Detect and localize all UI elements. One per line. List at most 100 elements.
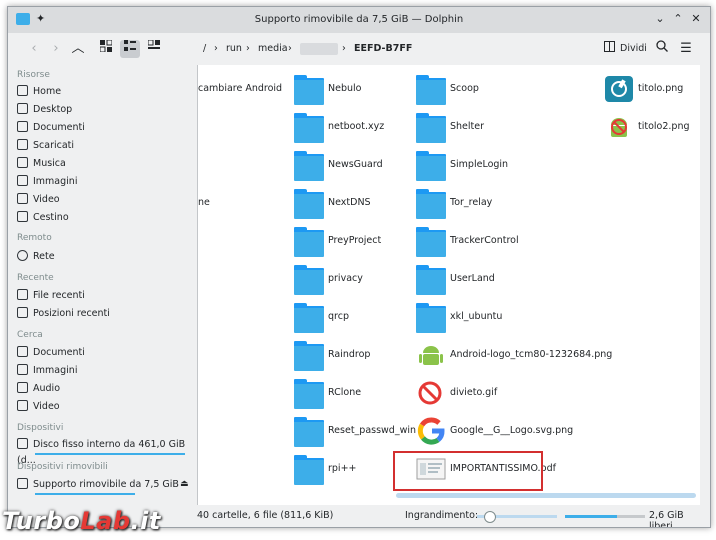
file-view[interactable]: cambiare Android ne Nebulo netboot.xyz NewsG… [197, 65, 700, 505]
file-item[interactable]: NewsGuard [294, 149, 414, 183]
sidebar-item-posizioni-recenti[interactable]: Posizioni recenti [17, 306, 110, 322]
item-label: Reset_passwd_win [328, 425, 417, 436]
removable-usage-bar [35, 493, 135, 495]
sidebar-item-rete[interactable]: Rete [17, 249, 55, 265]
prohibited-icon [416, 379, 446, 407]
sidebar-item-musica[interactable]: Musica [17, 156, 66, 172]
sidebar-item-cestino[interactable]: Cestino [17, 210, 69, 226]
details-view-button[interactable] [144, 39, 164, 58]
forward-button[interactable]: › [46, 40, 66, 58]
sidebar-item-scaricati[interactable]: Scaricati [17, 138, 74, 154]
file-item[interactable]: PreyProject [294, 225, 414, 259]
horizontal-scrollbar[interactable] [396, 493, 696, 498]
sidebar-item-cerca-audio[interactable]: Audio [17, 381, 60, 397]
disk-usage-bar [35, 453, 185, 455]
breadcrumb-separator-icon: › [342, 43, 346, 54]
desktop-icon [17, 103, 28, 114]
item-label: TrackerControl [450, 235, 519, 246]
video-icon [17, 193, 28, 204]
document-icon [17, 121, 28, 132]
item-label: qrcp [328, 311, 349, 322]
breadcrumb-current[interactable]: EEFD-B7FF [354, 41, 412, 57]
hard-disk-icon [17, 438, 28, 449]
file-item[interactable]: xkl_ubuntu [416, 301, 536, 335]
zoom-slider-handle[interactable] [484, 511, 496, 523]
chevron-up-icon[interactable]: ⌃ [670, 12, 686, 25]
sidebar-item-supporto-rimovibile[interactable]: Supporto rimovibile da 7,5 GiB [17, 477, 179, 493]
file-item[interactable]: TrackerControl [416, 225, 536, 259]
icons-view-button[interactable] [96, 39, 116, 58]
folder-icon [416, 227, 446, 257]
item-label: Scoop [450, 83, 479, 94]
file-item[interactable]: NextDNS [294, 187, 414, 221]
file-item[interactable]: titolo.png [604, 73, 700, 107]
file-item[interactable]: Shelter [416, 111, 536, 145]
sidebar-item-cerca-documenti[interactable]: Documenti [17, 345, 85, 361]
file-item[interactable]: Nebulo [294, 73, 414, 107]
back-button[interactable]: ‹ [24, 40, 44, 58]
eject-icon[interactable]: ⏏ [180, 479, 189, 489]
android-robot-icon [416, 341, 446, 369]
breadcrumb-hidden-user[interactable] [300, 43, 338, 55]
google-g-icon [416, 417, 446, 445]
folder-icon [294, 265, 324, 295]
folder-icon [294, 227, 324, 257]
file-item[interactable]: Android-logo_tcm80-1232684.png [416, 339, 612, 373]
usb-drive-icon [17, 478, 28, 489]
file-item[interactable]: UserLand [416, 263, 536, 297]
file-item[interactable]: Reset_passwd_win [294, 415, 417, 449]
file-item[interactable]: privacy [294, 263, 414, 297]
file-item[interactable]: divieto.gif [416, 377, 536, 411]
item-label: SimpleLogin [450, 159, 509, 170]
file-item[interactable]: SimpleLogin [416, 149, 536, 183]
sidebar-item-immagini[interactable]: Immagini [17, 174, 77, 190]
file-item[interactable]: Tor_relay [416, 187, 536, 221]
partial-folder-item[interactable]: cambiare Android [198, 73, 288, 107]
sidebar-item-home[interactable]: Home [17, 84, 61, 100]
folder-icon [416, 75, 446, 105]
folder-icon [294, 189, 324, 219]
item-label: netboot.xyz [328, 121, 385, 132]
close-icon[interactable]: ✕ [688, 12, 704, 25]
image-icon [17, 364, 28, 375]
folder-icon [294, 75, 324, 105]
folder-icon [416, 265, 446, 295]
sidebar-item-file-recenti[interactable]: File recenti [17, 288, 85, 304]
hamburger-menu-icon[interactable]: ☰ [676, 40, 696, 58]
breadcrumb-media[interactable]: media [258, 41, 288, 57]
file-item[interactable]: Google__G__Logo.svg.png [416, 415, 573, 449]
search-icon[interactable] [652, 40, 672, 58]
sidebar-item-video[interactable]: Video [17, 192, 60, 208]
file-item[interactable]: qrcp [294, 301, 414, 335]
file-item[interactable]: netboot.xyz [294, 111, 414, 145]
split-button[interactable]: Dividi [620, 41, 647, 57]
sidebar-item-desktop[interactable]: Desktop [17, 102, 72, 118]
file-item[interactable]: Scoop [416, 73, 536, 107]
file-item[interactable]: RClone [294, 377, 414, 411]
compact-view-button[interactable] [120, 40, 140, 58]
partial-folder-item[interactable]: ne [198, 187, 288, 221]
home-icon [17, 85, 28, 96]
status-summary: 40 cartelle, 6 file (811,6 KiB) [197, 510, 334, 521]
up-button[interactable]: ︿ [68, 40, 88, 58]
split-icon [602, 40, 616, 58]
chevron-down-icon[interactable]: ⌄ [652, 12, 668, 25]
sidebar-item-disco-fisso[interactable]: Disco fisso interno da 461,0 GiB (d... [17, 437, 196, 466]
network-icon [17, 250, 28, 261]
dolphin-window: ✦ Supporto rimovibile da 7,5 GiB — Dolph… [7, 6, 711, 528]
breadcrumb-separator-icon: › [214, 43, 218, 54]
breadcrumb-run[interactable]: run [226, 41, 242, 57]
folder-icon [294, 341, 324, 371]
image-icon [17, 175, 28, 186]
item-label: cambiare Android [198, 83, 283, 94]
file-item[interactable]: Raindrop [294, 339, 414, 373]
zoom-label: Ingrandimento: [405, 510, 479, 521]
sidebar-item-documenti[interactable]: Documenti [17, 120, 85, 136]
item-label: xkl_ubuntu [450, 311, 503, 322]
file-item[interactable]: titolo2.png [604, 111, 700, 145]
breadcrumb-root[interactable]: / [203, 41, 206, 57]
sidebar-item-cerca-video[interactable]: Video [17, 399, 60, 415]
sidebar-item-cerca-immagini[interactable]: Immagini [17, 363, 77, 379]
highlight-box [393, 451, 543, 491]
section-dispositivi-rimovibili: Dispositivi rimovibili [17, 462, 108, 472]
